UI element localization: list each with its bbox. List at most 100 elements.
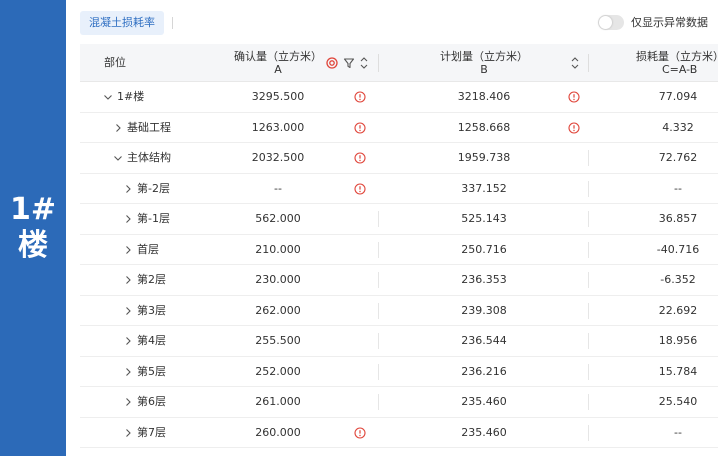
row-confirmed-value: 230.000 bbox=[255, 273, 301, 286]
chevron-right-icon[interactable] bbox=[122, 396, 134, 408]
table-row[interactable]: 第6层 261.000 235.460 25.540 bbox=[80, 387, 718, 418]
row-confirmed-value: -- bbox=[274, 181, 282, 195]
toggle-knob bbox=[599, 16, 612, 29]
row-loss-value: 72.762 bbox=[658, 151, 698, 164]
chevron-right-icon[interactable] bbox=[122, 213, 134, 225]
row-confirmed-value: 255.500 bbox=[255, 334, 301, 347]
row-loss-value: -40.716 bbox=[656, 242, 700, 256]
row-part-name: 第6层 bbox=[137, 395, 166, 408]
row-confirmed-value: 2032.500 bbox=[251, 151, 305, 164]
chevron-right-icon[interactable] bbox=[122, 274, 134, 286]
row-separator bbox=[588, 424, 589, 441]
col-header-confirmed-sub: A bbox=[274, 63, 282, 76]
table-row[interactable]: 第4层 255.500 236.544 18.956 bbox=[80, 326, 718, 357]
tab-concrete-loss-rate[interactable]: 混凝土损耗率 bbox=[80, 11, 164, 35]
row-separator bbox=[588, 272, 589, 288]
row-separator bbox=[588, 363, 589, 380]
row-separator bbox=[378, 333, 379, 349]
table-row[interactable]: 第5层 252.000 236.216 15.784 bbox=[80, 357, 718, 387]
settings-target-icon[interactable] bbox=[326, 57, 338, 69]
chevron-right-icon[interactable] bbox=[122, 427, 134, 439]
row-separator bbox=[378, 241, 379, 258]
chevron-right-icon[interactable] bbox=[122, 183, 134, 195]
side-banner: 1# 楼 bbox=[0, 0, 66, 456]
warning-icon[interactable] bbox=[568, 91, 580, 103]
row-planned-value: 236.353 bbox=[461, 273, 507, 286]
row-separator bbox=[588, 333, 589, 349]
row-part-name: 第5层 bbox=[137, 364, 166, 378]
row-loss-value: 36.857 bbox=[658, 212, 698, 225]
chevron-down-icon[interactable] bbox=[112, 152, 124, 164]
col-header-planned-title: 计划量（立方米） bbox=[440, 50, 528, 63]
chevron-down-icon[interactable] bbox=[102, 91, 114, 103]
warning-icon[interactable] bbox=[354, 182, 366, 195]
row-separator bbox=[588, 180, 589, 197]
col-header-part: 部位 bbox=[104, 56, 126, 69]
table-row[interactable]: 主体结构 2032.500 1959.738 72.762 bbox=[80, 143, 718, 174]
table-row[interactable]: 第2层 230.000 236.353 -6.352 bbox=[80, 265, 718, 296]
row-loss-value: 22.692 bbox=[658, 303, 698, 317]
row-confirmed-value: 262.000 bbox=[255, 303, 301, 317]
table-row[interactable]: 第-1层 562.000 525.143 36.857 bbox=[80, 204, 718, 235]
sort-planned-icon[interactable] bbox=[570, 55, 580, 71]
row-part-cell: 第7层 bbox=[122, 418, 166, 448]
chevron-right-icon[interactable] bbox=[122, 366, 134, 378]
row-part-cell: 第6层 bbox=[122, 387, 166, 417]
col-header-loss: 损耗量（立方米） C=A-B bbox=[610, 44, 718, 82]
filter-icon[interactable] bbox=[343, 57, 355, 69]
row-part-name: 第-1层 bbox=[137, 212, 170, 225]
row-loss-value: 15.784 bbox=[658, 364, 698, 378]
building-label-line-2: 楼 bbox=[17, 228, 48, 263]
table-row[interactable]: 首层 210.000 250.716 -40.716 bbox=[80, 235, 718, 265]
chevron-right-icon[interactable] bbox=[122, 305, 134, 317]
row-separator bbox=[378, 394, 379, 410]
warning-icon[interactable] bbox=[354, 91, 366, 103]
row-part-name: 1#楼 bbox=[117, 90, 145, 103]
table-header: 部位 确认量（立方米） A 计划量（立方米） B 损耗量（立方米） C=A-B bbox=[80, 44, 718, 82]
warning-icon[interactable] bbox=[354, 121, 366, 134]
row-part-cell: 第-2层 bbox=[122, 174, 170, 204]
chevron-right-icon[interactable] bbox=[122, 244, 134, 256]
row-confirmed-value: 261.000 bbox=[255, 395, 301, 408]
row-part-name: 第4层 bbox=[137, 334, 166, 347]
abnormal-only-toggle[interactable] bbox=[598, 15, 624, 30]
row-planned-value: 236.216 bbox=[461, 364, 507, 378]
warning-icon[interactable] bbox=[568, 121, 580, 134]
abnormal-only-label: 仅显示异常数据 bbox=[631, 16, 708, 29]
row-part-name: 第7层 bbox=[137, 425, 166, 439]
header-separator bbox=[378, 54, 379, 72]
row-loss-value: 25.540 bbox=[658, 395, 698, 408]
warning-icon[interactable] bbox=[354, 152, 366, 164]
row-part-name: 第2层 bbox=[137, 273, 166, 286]
row-planned-value: 337.152 bbox=[461, 181, 507, 195]
row-planned-value: 239.308 bbox=[461, 303, 507, 317]
row-separator bbox=[588, 150, 589, 166]
table-row[interactable]: 1#楼 3295.500 3218.406 77.094 bbox=[80, 82, 718, 113]
row-planned-value: 235.460 bbox=[461, 425, 507, 439]
warning-icon[interactable] bbox=[354, 426, 366, 439]
row-loss-value: -- bbox=[674, 425, 682, 439]
chevron-right-icon[interactable] bbox=[122, 335, 134, 347]
header-separator bbox=[588, 54, 589, 72]
col-header-planned: 计划量（立方米） B bbox=[398, 44, 570, 82]
table-row[interactable]: 第-2层 -- 337.152 -- bbox=[80, 174, 718, 204]
col-header-confirmed-title: 确认量（立方米） bbox=[234, 50, 322, 63]
row-planned-value: 236.544 bbox=[461, 334, 507, 347]
table-row[interactable]: 第3层 262.000 239.308 22.692 bbox=[80, 296, 718, 326]
row-confirmed-value: 562.000 bbox=[255, 212, 301, 225]
row-part-cell: 第5层 bbox=[122, 357, 166, 387]
row-confirmed-value: 252.000 bbox=[255, 364, 301, 378]
chevron-right-icon[interactable] bbox=[112, 122, 124, 134]
toolbar-divider bbox=[172, 17, 173, 29]
col-header-loss-sub: C=A-B bbox=[662, 63, 698, 76]
row-part-name: 基础工程 bbox=[127, 120, 171, 134]
main-panel: 混凝土损耗率 仅显示异常数据 部位 确认量（立方米） A 计划量（立方米） B … bbox=[66, 0, 718, 456]
row-part-cell: 第3层 bbox=[122, 296, 166, 326]
row-separator bbox=[588, 302, 589, 319]
row-confirmed-value: 210.000 bbox=[255, 242, 301, 256]
table-row[interactable]: 第7层 260.000 235.460 -- bbox=[80, 418, 718, 448]
sort-confirmed-icon[interactable] bbox=[359, 55, 369, 71]
row-separator bbox=[588, 211, 589, 227]
row-part-name: 首层 bbox=[137, 242, 159, 256]
table-row[interactable]: 基础工程 1263.000 1258.668 4.332 bbox=[80, 113, 718, 143]
